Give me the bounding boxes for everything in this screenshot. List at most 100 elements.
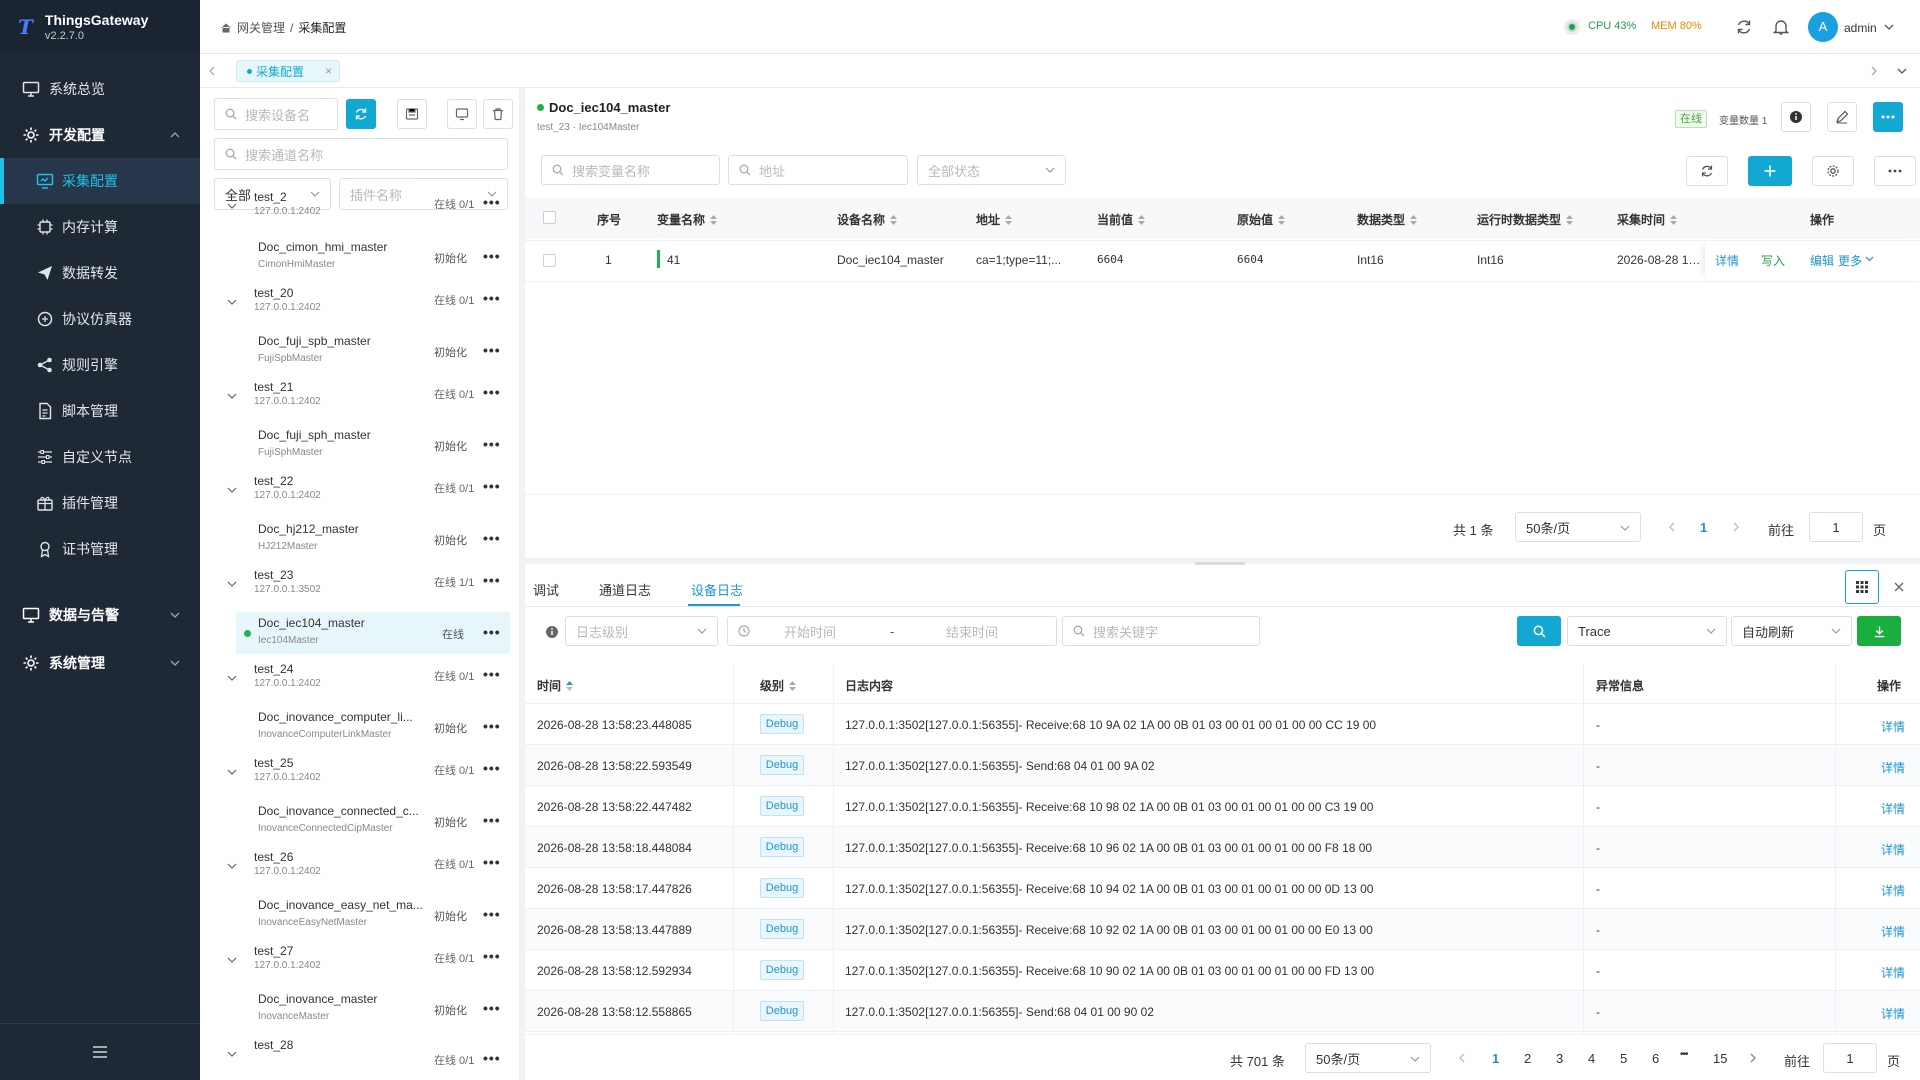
page-number[interactable]: 3 [1556,1051,1563,1066]
sidebar-item-system-manage[interactable]: 系统管理 [0,640,200,686]
table-row[interactable]: 2026-08-28 13:58:22.593549 Debug 127.0.0… [525,745,1920,786]
more-icon[interactable]: ••• [483,1050,501,1066]
sidebar-item-script-manage[interactable]: 脚本管理 [0,388,200,434]
col-var-name[interactable]: 变量名称 [657,211,718,228]
sidebar-item-custom-node[interactable]: 自定义节点 [0,434,200,480]
page-number[interactable]: 6 [1652,1051,1659,1066]
next-page-icon[interactable] [1732,522,1740,532]
device-node[interactable]: Doc_inovance_easy_net_ma... InovanceEasy… [236,894,510,936]
refresh-variables-button[interactable] [1686,156,1728,186]
device-node[interactable]: Doc_inovance_connected_c... InovanceConn… [236,800,510,842]
prev-page-icon[interactable] [1668,522,1676,532]
more-icon[interactable]: ••• [483,666,501,682]
log-detail-link[interactable]: 详情 [1881,923,1905,940]
channel-node[interactable]: test_22 127.0.0.1:2402 在线 0/1 ••• [200,470,519,520]
sidebar-item-memory-compute[interactable]: 内存计算 [0,204,200,250]
more-icon[interactable]: ••• [483,384,501,400]
log-time-range[interactable]: 开始时间 - 结束时间 [727,616,1057,646]
channel-node[interactable]: test_25 127.0.0.1:2402 在线 0/1 ••• [200,752,519,802]
sidebar-item-certificate-manage[interactable]: 证书管理 [0,526,200,572]
var-page-current[interactable]: 1 [1700,520,1707,535]
log-detail-link[interactable]: 详情 [1881,718,1905,735]
sidebar-item-data-alarm[interactable]: 数据与告警 [0,592,200,638]
log-keyword-search[interactable]: 搜索关键字 [1062,616,1260,646]
device-node[interactable]: Doc_hj212_master HJ212Master 初始化 ••• [236,518,510,560]
page-number[interactable]: 2 [1524,1051,1531,1066]
close-icon[interactable] [1894,582,1904,592]
col-collect-time[interactable]: 采集时间 [1617,211,1678,228]
log-detail-link[interactable]: 详情 [1881,800,1905,817]
log-goto-input[interactable]: 1 [1823,1043,1877,1073]
channel-node[interactable]: test_2 127.0.0.1:2402 在线 0/1 ••• [200,186,519,236]
state-filter-select[interactable]: 全部状态 [917,155,1066,185]
breadcrumb-parent[interactable]: 网关管理 [237,19,285,36]
avatar[interactable]: A [1808,12,1838,42]
col-device-name[interactable]: 设备名称 [837,211,898,228]
collapse-sidebar-button[interactable] [0,1023,200,1080]
sidebar-item-dev-config[interactable]: 开发配置 [0,112,200,158]
channel-search-input[interactable]: 搜索通道名称 [214,138,508,170]
chevron-down-icon[interactable] [227,956,237,964]
export-log-button[interactable] [1857,616,1901,646]
write-link[interactable]: 写入 [1761,252,1785,269]
col-runtime-type[interactable]: 运行时数据类型 [1477,211,1574,228]
page-number[interactable]: 15 [1713,1051,1727,1066]
channel-node[interactable]: test_26 127.0.0.1:2402 在线 0/1 ••• [200,846,519,896]
var-goto-input[interactable]: 1 [1809,512,1863,542]
auto-refresh-select[interactable]: 自动刷新 [1731,616,1852,646]
more-icon[interactable]: ••• [483,1000,501,1016]
tab-close-icon[interactable]: × [325,64,332,78]
channel-node[interactable]: test_20 127.0.0.1:2402 在线 0/1 ••• [200,282,519,332]
tab-debug[interactable]: 调试 [533,580,559,599]
col-address[interactable]: 地址 [976,211,1013,228]
col-level[interactable]: 级别 [760,677,797,694]
sidebar-item-protocol-simulator[interactable]: 协议仿真器 [0,296,200,342]
more-icon[interactable]: ••• [483,760,501,776]
device-node[interactable]: Doc_cimon_hmi_master CimonHmiMaster 初始化 … [236,236,510,278]
more-icon[interactable]: ••• [483,290,501,306]
chevron-down-icon[interactable] [227,202,237,210]
variable-name-search[interactable]: 搜索变量名称 [541,155,720,185]
table-row[interactable]: 2026-08-28 13:58:22.447482 Debug 127.0.0… [525,786,1920,827]
log-detail-link[interactable]: 详情 [1881,964,1905,981]
more-actions-link[interactable]: 更多 [1838,252,1862,269]
chevron-down-icon[interactable] [227,486,237,494]
table-row[interactable]: 1 41 Doc_iec104_master ca=1;type=11;... … [525,239,1920,282]
more-icon[interactable]: ••• [483,812,501,828]
bell-icon[interactable] [1772,18,1790,36]
select-all-checkbox[interactable] [543,211,556,224]
log-detail-link[interactable]: 详情 [1881,759,1905,776]
chevron-down-icon[interactable] [227,1050,237,1058]
tab-collect-config[interactable]: 采集配置 × [236,60,340,82]
edit-link[interactable]: 编辑 [1810,252,1834,269]
table-row[interactable]: 2026-08-28 13:58:13.447889 Debug 127.0.0… [525,909,1920,950]
chevron-down-icon[interactable] [227,768,237,776]
table-row[interactable]: 2026-08-28 13:58:12.558865 Debug 127.0.0… [525,991,1920,1032]
more-icon[interactable]: ••• [483,572,501,588]
refresh-tree-button[interactable] [346,99,376,129]
page-number[interactable]: 5 [1620,1051,1627,1066]
export-tree-button[interactable] [397,99,427,129]
tab-device-log[interactable]: 设备日志 [691,580,743,599]
add-variable-button[interactable] [1748,156,1792,186]
log-page-size-select[interactable]: 50条/页 [1305,1043,1431,1073]
chevron-down-icon[interactable] [1865,256,1874,262]
delete-tree-button[interactable] [483,99,513,129]
log-search-button[interactable] [1517,616,1561,646]
log-detail-link[interactable]: 详情 [1881,1005,1905,1022]
variable-settings-button[interactable] [1812,156,1854,186]
more-icon[interactable]: ••• [483,624,501,640]
table-row[interactable]: 2026-08-28 13:58:23.448085 Debug 127.0.0… [525,704,1920,745]
device-node[interactable]: Doc_fuji_sph_master FujiSphMaster 初始化 ••… [236,424,510,466]
col-time[interactable]: 时间 [537,677,574,694]
channel-node[interactable]: test_28 在线 0/1 ••• [200,1034,519,1080]
device-more-button[interactable] [1873,102,1903,132]
more-icon[interactable]: ••• [483,906,501,922]
log-level-select[interactable]: 日志级别 [565,616,718,646]
table-row[interactable]: 2026-08-28 13:58:18.448084 Debug 127.0.0… [525,827,1920,868]
tab-channel-log[interactable]: 通道日志 [599,580,651,599]
chevron-down-icon[interactable] [227,862,237,870]
device-node-selected[interactable]: Doc_iec104_master Iec104Master 在线 ••• [236,612,510,654]
address-search[interactable]: 地址 [728,155,908,185]
device-node[interactable]: Doc_inovance_master InovanceMaster 初始化 •… [236,988,510,1030]
